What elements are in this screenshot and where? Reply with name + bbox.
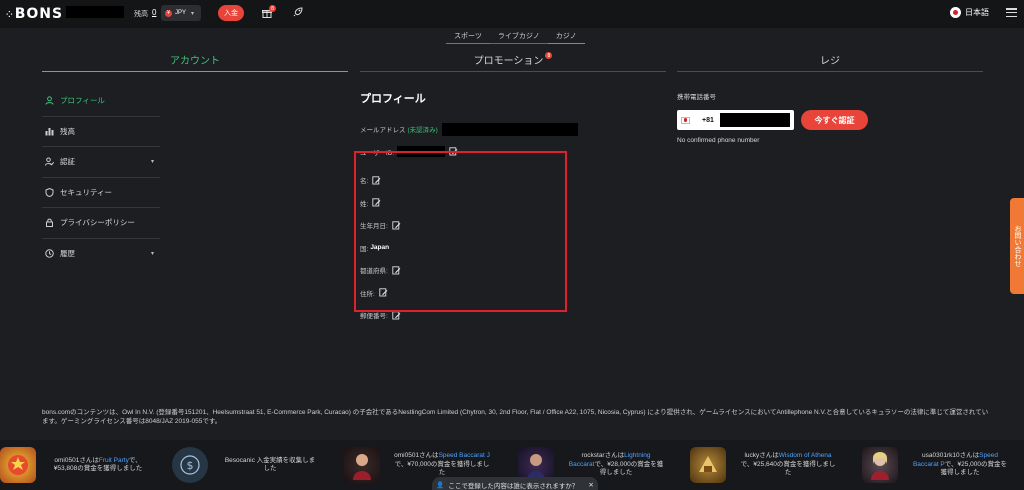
language-selector[interactable]: 日本語	[950, 7, 989, 18]
close-icon[interactable]: ✕	[588, 481, 593, 489]
email-label: メールアドレス	[360, 127, 406, 135]
currency-label: JPY	[175, 10, 187, 16]
email-status: (未認済み)	[407, 127, 438, 135]
sidebar-item-label: 認証	[60, 157, 75, 167]
visibility-info-text: ここで登録した内容は誰に表示されますか？	[448, 483, 579, 490]
highlight-box	[354, 151, 567, 312]
speed-baccarat-thumb	[344, 447, 380, 483]
visibility-info-bar[interactable]: 👤 ここで登録した内容は誰に表示されますか？ ✕	[432, 477, 598, 490]
country-code: +81	[702, 116, 714, 124]
sidebar-item-label: プライバシーポリシー	[60, 218, 135, 228]
subnav-live-casino[interactable]: ライブカジノ	[489, 31, 548, 44]
deposit-button[interactable]: 入金	[218, 5, 244, 21]
history-icon	[44, 249, 54, 259]
logo[interactable]: ⁘BONS	[6, 6, 63, 22]
sub-nav: スポーツ ライブカジノ カジノ	[446, 31, 585, 44]
verify-now-button[interactable]: 今すぐ認証	[801, 110, 868, 130]
balance-icon	[44, 126, 54, 136]
subnav-casino[interactable]: カジノ	[547, 31, 585, 44]
user-icon: 👤	[436, 482, 445, 489]
yen-coin-icon: ¥	[165, 9, 172, 17]
ticker-item[interactable]: usa0301rk10さんはSpeed Baccarat Pで、¥25,000の…	[862, 447, 1008, 483]
ticker-text: Besocanic 入金実績を収集しました	[224, 456, 316, 473]
phone-input[interactable]: +81	[677, 110, 794, 130]
ticker-item[interactable]: luckyさんはWisdom of Athenaで、¥25,640の賞金を獲得し…	[690, 447, 836, 483]
fruit-party-thumb	[0, 447, 36, 483]
menu-icon[interactable]	[1006, 8, 1017, 17]
balance-label: 残高	[134, 11, 148, 18]
subnav-sports[interactable]: スポーツ	[446, 31, 490, 44]
account-tabs: アカウント プロモーション 8 レジ	[0, 48, 1024, 76]
sidebar: プロフィール 残高 認証 ▾ セキュリティー プライバシーポリシー 履歴 ▾	[42, 86, 160, 269]
japan-flag-icon	[950, 7, 961, 18]
promotion-badge: 8	[545, 52, 553, 59]
email-row: メールアドレス (未認済み)	[360, 118, 590, 141]
lock-icon	[44, 218, 54, 228]
redacted-phone	[719, 113, 790, 127]
gift-button[interactable]: 8	[260, 5, 276, 21]
sidebar-item-label: セキュリティー	[60, 187, 113, 197]
tab-promotion-label: プロモーション	[473, 56, 544, 67]
tab-promotion[interactable]: プロモーション 8	[360, 48, 666, 72]
phone-label: 携帯電話番号	[677, 94, 716, 101]
rocket-icon[interactable]	[292, 6, 304, 18]
svg-text:$: $	[187, 459, 194, 472]
language-label: 日本語	[965, 8, 989, 17]
sidebar-item-label: プロフィール	[60, 96, 105, 106]
currency-selector[interactable]: ¥ JPY ▾	[161, 5, 201, 21]
ticker-text: luckyさんはWisdom of Athenaで、¥25,640の賞金を獲得し…	[740, 452, 836, 477]
sidebar-item-history[interactable]: 履歴 ▾	[42, 239, 160, 270]
sidebar-item-security[interactable]: セキュリティー	[42, 178, 160, 208]
phone-status: No confirmed phone number	[677, 137, 760, 144]
chevron-down-icon: ▾	[150, 159, 154, 166]
japan-flag-icon	[681, 116, 690, 124]
top-bar: ⁘BONS 残高 0 ¥ JPY ▾ 入金 8 日本語	[0, 0, 1024, 28]
sidebar-item-verification[interactable]: 認証 ▾	[42, 147, 160, 178]
page-title: プロフィール	[360, 93, 426, 105]
sidebar-item-balance[interactable]: 残高	[42, 117, 160, 147]
edit-icon[interactable]	[392, 311, 401, 320]
deposit-icon: $	[172, 447, 208, 483]
sidebar-item-label: 履歴	[60, 249, 75, 259]
chevron-down-icon: ▾	[150, 251, 154, 258]
sidebar-item-label: 残高	[60, 126, 75, 136]
phone-section: 携帯電話番号 +81 今すぐ認証 No confirmed phone numb…	[677, 91, 868, 144]
ticker-text: usa0301rk10さんはSpeed Baccarat Pで、¥25,000の…	[912, 452, 1008, 477]
tab-cashier[interactable]: レジ	[677, 48, 983, 72]
redacted-email	[441, 122, 578, 136]
speed-baccarat-p-thumb	[862, 447, 898, 483]
wisdom-of-athena-thumb	[690, 447, 726, 483]
ticker-item[interactable]: omi0501さんはFruit Partyで、¥53,808の賞金を獲得しました	[0, 447, 146, 483]
legal-notice: bons.comのコンテンツは、Owl In N.V. (登録番号151201、…	[42, 409, 989, 425]
sidebar-item-profile[interactable]: プロフィール	[42, 86, 160, 117]
contact-tab[interactable]: お問い合わせ	[1010, 198, 1024, 294]
tab-account[interactable]: アカウント	[42, 48, 348, 72]
ticker-text: omi0501さんはFruit Partyで、¥53,808の賞金を獲得しました	[53, 456, 143, 473]
ticker-item[interactable]: $ Besocanic 入金実績を収集しました	[172, 447, 318, 483]
verify-icon	[44, 157, 54, 167]
redacted-username	[66, 6, 124, 18]
sidebar-item-privacy[interactable]: プライバシーポリシー	[42, 208, 160, 239]
gift-badge: 8	[269, 5, 276, 12]
user-icon	[44, 96, 54, 106]
chevron-down-icon: ▾	[191, 10, 195, 17]
ticker-text: rockstarさんはLightning Baccaratで、¥28,000の賞…	[568, 452, 664, 477]
tab-account-label: アカウント	[170, 56, 220, 67]
tab-cashier-label: レジ	[820, 56, 840, 67]
shield-icon	[44, 187, 54, 197]
balance-value[interactable]: 0	[152, 8, 156, 17]
ticker-text: omi0501さんはSpeed Baccarat Jで、¥70,000の賞金を獲…	[394, 452, 490, 477]
